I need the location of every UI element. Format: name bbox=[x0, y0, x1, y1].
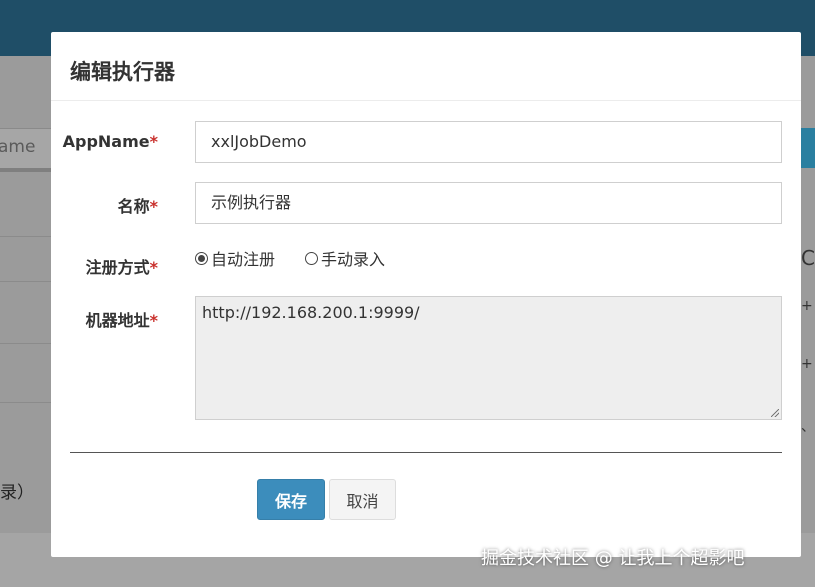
register-type-label: 注册方式* bbox=[85, 258, 158, 277]
background-right-glyph: + bbox=[801, 356, 813, 372]
address-textarea[interactable]: http://192.168.200.1:9999/ bbox=[195, 296, 782, 420]
background-row-divider bbox=[0, 402, 52, 403]
required-mark: * bbox=[149, 132, 158, 151]
radio-checked-icon[interactable] bbox=[195, 251, 208, 265]
background-right-glyph: C bbox=[801, 246, 815, 270]
edit-executor-modal: 编辑执行器 AppName* xxlJobDemo 名称* 示例执行器 注册方式… bbox=[51, 32, 801, 557]
background-right-glyph: + bbox=[801, 298, 813, 314]
radio-auto-register[interactable]: 自动注册 bbox=[195, 246, 275, 270]
address-label: 机器地址* bbox=[85, 311, 158, 330]
form-divider bbox=[70, 452, 782, 453]
required-mark: * bbox=[149, 311, 158, 330]
radio-label: 自动注册 bbox=[211, 250, 276, 269]
cancel-button[interactable]: 取消 bbox=[329, 479, 396, 520]
background-left-text: 录） bbox=[0, 483, 34, 503]
required-mark: * bbox=[149, 258, 158, 277]
background-search-button bbox=[801, 128, 815, 168]
save-button[interactable]: 保存 bbox=[257, 479, 325, 520]
modal-title: 编辑执行器 bbox=[70, 60, 175, 84]
radio-unchecked-icon[interactable] bbox=[305, 251, 319, 265]
appname-input[interactable]: xxlJobDemo bbox=[195, 121, 782, 163]
background-row-divider bbox=[0, 236, 52, 237]
background-row-divider bbox=[0, 281, 52, 282]
resize-grip-icon[interactable] bbox=[771, 409, 779, 417]
modal-header-divider bbox=[51, 100, 801, 101]
required-mark: * bbox=[149, 197, 158, 216]
appname-label: AppName* bbox=[62, 132, 158, 151]
watermark: 掘金技术社区 @ 让我上个超影吧 bbox=[481, 548, 745, 569]
background-right-glyph: 、 bbox=[801, 419, 815, 435]
address-value: http://192.168.200.1:9999/ bbox=[202, 303, 420, 322]
name-label: 名称* bbox=[117, 197, 158, 216]
radio-manual-entry[interactable]: 手动录入 bbox=[305, 246, 385, 270]
radio-label: 手动录入 bbox=[321, 250, 386, 269]
background-table-header-line bbox=[0, 168, 52, 172]
background-row-divider bbox=[0, 343, 52, 344]
register-type-radio-group: 自动注册 手动录入 bbox=[195, 246, 385, 270]
name-input[interactable]: 示例执行器 bbox=[195, 182, 782, 224]
